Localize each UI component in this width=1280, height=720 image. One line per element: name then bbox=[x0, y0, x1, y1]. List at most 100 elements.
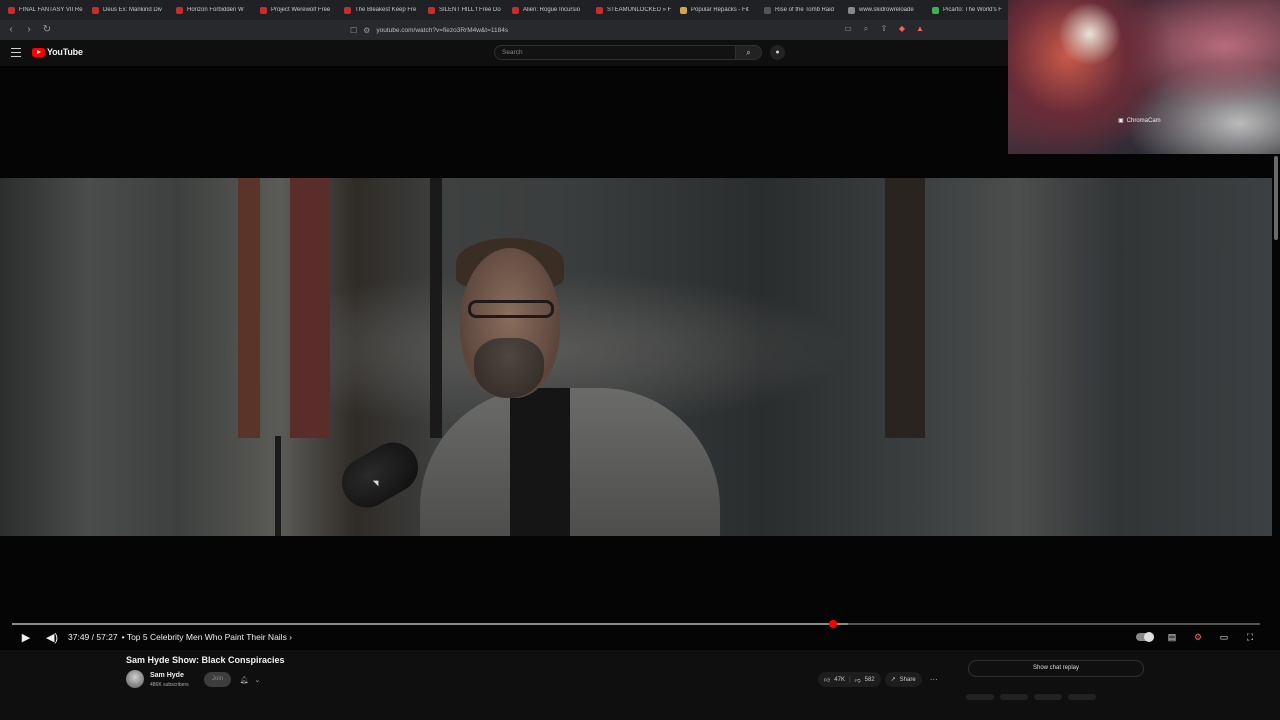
search-input[interactable]: Search bbox=[494, 45, 736, 60]
bell-icon: 🔔︎ bbox=[239, 676, 249, 684]
bookmark-favicon-icon bbox=[764, 6, 771, 14]
bookmark-item[interactable]: Popular Repacks - Fit bbox=[680, 6, 760, 14]
bookmark-label: Rise of the Tomb Raid bbox=[775, 7, 834, 13]
bookmark-item[interactable]: Alien: Rogue Incursio bbox=[512, 6, 592, 14]
wall-beam bbox=[885, 178, 925, 438]
share-button[interactable]: ↗ Share bbox=[884, 672, 922, 687]
wall-beam bbox=[238, 178, 260, 438]
like-count: 47K bbox=[834, 676, 845, 683]
filter-chip[interactable] bbox=[1068, 694, 1096, 700]
bookmark-favicon-icon bbox=[8, 6, 15, 14]
like-button[interactable]: 👍︎ 47K | 👎︎ 582 bbox=[818, 672, 881, 687]
bookmark-label: Project Werewolf Free bbox=[271, 7, 331, 13]
bookmark-item[interactable]: FINAL FANTASY VII Re bbox=[8, 6, 88, 14]
mic-stand bbox=[275, 436, 281, 536]
zoom-icon[interactable]: ⌕ bbox=[860, 23, 872, 35]
time-display: 37:49 / 57:27 bbox=[68, 632, 118, 642]
bookmark-item[interactable]: Rise of the Tomb Raid bbox=[764, 6, 844, 14]
cast-icon[interactable]: ▭ bbox=[842, 23, 854, 35]
play-icon[interactable]: ▶ bbox=[16, 631, 36, 644]
channel-name[interactable]: Sam Hyde bbox=[150, 672, 184, 679]
bookmark-item[interactable]: The Bleakest Keep Fre bbox=[344, 6, 424, 14]
search-icon[interactable]: ⌕ bbox=[736, 45, 762, 60]
notification-bell-button[interactable]: 🔔︎ ⌄ bbox=[234, 672, 266, 687]
share-page-icon[interactable]: ⇪ bbox=[878, 23, 890, 35]
filter-chip[interactable] bbox=[1034, 694, 1062, 700]
bookmark-favicon-icon bbox=[176, 6, 183, 14]
bookmark-favicon-icon bbox=[512, 6, 519, 14]
webcam-label-text: ChromaCam bbox=[1126, 117, 1161, 124]
youtube-header: YouTube Search ⌕ ● bbox=[0, 40, 1008, 66]
bookmark-label: Popular Repacks - Fit bbox=[691, 7, 749, 13]
url-text[interactable]: youtube.com/watch?v=fiezo3RrM4w&t=1184s bbox=[376, 27, 508, 34]
chapter-title[interactable]: • Top 5 Celebrity Men Who Paint Their Na… bbox=[122, 632, 292, 642]
bookmark-item[interactable]: Deus Ex: Mankind Div bbox=[92, 6, 172, 14]
bookmark-label: Picarto: The World's F bbox=[943, 7, 1002, 13]
thumbs-up-icon: 👍︎ bbox=[824, 677, 831, 684]
bookmark-label: STEAMUNLOCKED » F bbox=[607, 7, 672, 13]
forward-icon[interactable]: › bbox=[22, 23, 36, 37]
bookmark-item[interactable]: Picarto: The World's F bbox=[932, 6, 1008, 14]
channel-avatar[interactable] bbox=[126, 670, 144, 688]
page-scrollbar[interactable] bbox=[1274, 156, 1278, 240]
bookmark-favicon-icon bbox=[92, 6, 99, 14]
bookmark-favicon-icon bbox=[596, 6, 603, 14]
bookmark-label: Deus Ex: Mankind Div bbox=[103, 7, 163, 13]
buffered-bar bbox=[12, 623, 849, 625]
extension-shield-icon[interactable]: ◆ bbox=[896, 23, 908, 35]
menu-icon[interactable] bbox=[11, 48, 21, 57]
video-frame[interactable] bbox=[0, 178, 1272, 536]
join-button[interactable]: Join bbox=[204, 672, 231, 687]
bookmark-label: SILENT HILL f Free Do bbox=[439, 7, 501, 13]
thumbs-down-icon[interactable]: 👎︎ bbox=[855, 676, 861, 684]
browser-toolbar: ‹ › ↻ ☐ ⚙ youtube.com/watch?v=fiezo3RrM4… bbox=[0, 20, 1008, 40]
settings-icon[interactable]: ⚙ bbox=[1190, 632, 1206, 643]
bookmark-item[interactable]: www.skidrowreloade bbox=[848, 6, 928, 14]
filter-chip[interactable] bbox=[1000, 694, 1028, 700]
wall-beam bbox=[290, 178, 330, 438]
subscriber-count: 486K subscribers bbox=[150, 682, 189, 688]
speaker-person bbox=[400, 238, 720, 536]
bookmark-item[interactable]: SILENT HILL f Free Do bbox=[428, 6, 508, 14]
bookmark-favicon-icon bbox=[260, 6, 267, 14]
extension-alert-icon[interactable]: ▲ bbox=[914, 23, 926, 35]
chevron-down-icon: ⌄ bbox=[254, 676, 261, 684]
bookmark-label: Horizon Forbidden W bbox=[187, 7, 244, 13]
fullscreen-icon[interactable]: ⛶ bbox=[1242, 632, 1258, 643]
bookmark-item[interactable]: Project Werewolf Free bbox=[260, 6, 340, 14]
webcam-icon: ▣ bbox=[1118, 118, 1124, 124]
scrubber-handle[interactable] bbox=[829, 620, 838, 628]
more-actions-icon[interactable]: ⋯ bbox=[930, 675, 938, 684]
subtitles-icon[interactable]: ▤ bbox=[1164, 632, 1180, 643]
autoplay-toggle[interactable] bbox=[1136, 632, 1154, 642]
bookmark-favicon-icon bbox=[932, 6, 939, 14]
bookmark-label: FINAL FANTASY VII Re bbox=[19, 7, 83, 13]
progress-bar[interactable] bbox=[12, 620, 1260, 628]
microphone-icon[interactable]: ● bbox=[770, 45, 785, 60]
address-bar[interactable]: ☐ ⚙ youtube.com/watch?v=fiezo3RrM4w&t=11… bbox=[350, 23, 910, 37]
youtube-logo-text: YouTube bbox=[47, 47, 83, 57]
bookmark-favicon-icon bbox=[680, 6, 687, 14]
filter-chip[interactable] bbox=[966, 694, 994, 700]
dislike-count: 582 bbox=[864, 676, 875, 683]
bookmark-label: www.skidrowreloade bbox=[859, 7, 914, 13]
bookmark-favicon-icon bbox=[848, 6, 855, 14]
bookmark-label: The Bleakest Keep Fre bbox=[355, 7, 417, 13]
bookmark-item[interactable]: STEAMUNLOCKED » F bbox=[596, 6, 676, 14]
video-info: Sam Hyde Show: Black Conspiracies Sam Hy… bbox=[0, 650, 1280, 700]
bookmarks-bar: FINAL FANTASY VII Re Deus Ex: Mankind Div… bbox=[0, 0, 1008, 20]
video-title: Sam Hyde Show: Black Conspiracies bbox=[126, 655, 285, 665]
site-info-icon[interactable]: ⚙ bbox=[363, 26, 370, 35]
bookmark-label: Alien: Rogue Incursio bbox=[523, 7, 581, 13]
show-chat-replay-button[interactable]: Show chat replay bbox=[968, 660, 1144, 677]
bookmark-favicon-icon bbox=[428, 6, 435, 14]
volume-icon[interactable]: ◀) bbox=[42, 631, 62, 644]
back-icon[interactable]: ‹ bbox=[4, 23, 18, 37]
webcam-label: ▣ ChromaCam bbox=[1118, 117, 1161, 125]
reload-icon[interactable]: ↻ bbox=[40, 23, 54, 37]
youtube-logo[interactable]: YouTube bbox=[32, 47, 83, 57]
bookmark-star-icon[interactable]: ☐ bbox=[350, 26, 357, 35]
theater-mode-icon[interactable]: ▭ bbox=[1216, 632, 1232, 643]
bookmark-favicon-icon bbox=[344, 6, 351, 14]
bookmark-item[interactable]: Horizon Forbidden W bbox=[176, 6, 256, 14]
